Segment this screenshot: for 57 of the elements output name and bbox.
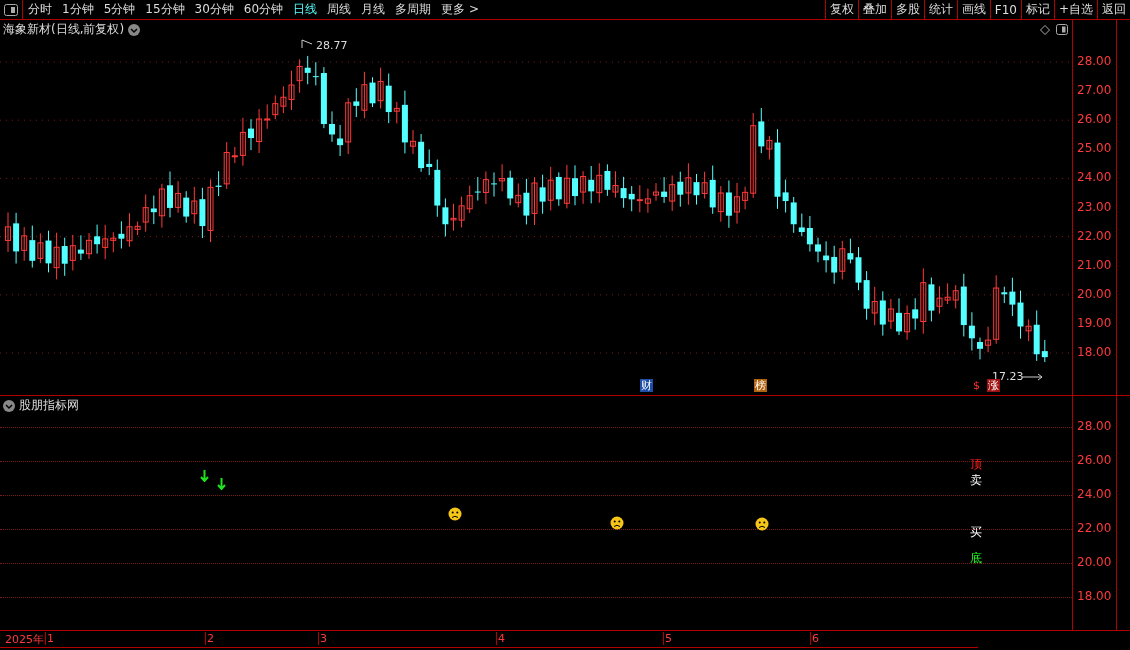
month-label: 3: [318, 632, 327, 645]
period-tab[interactable]: 15分钟: [140, 1, 190, 18]
diamond-icon[interactable]: [1040, 25, 1050, 35]
chart-title: 海象新材(日线,前复权): [3, 21, 125, 38]
period-tab[interactable]: 更多 >: [436, 1, 484, 18]
dropdown-icon[interactable]: [3, 399, 15, 412]
period-tab[interactable]: 月线: [356, 1, 391, 18]
down-arrow-icon: [200, 470, 209, 482]
month-label: 5: [663, 632, 672, 645]
axis-label: 26.00: [1077, 453, 1112, 467]
axis-label: 26.00: [1077, 112, 1112, 127]
year-label: 2025年: [4, 632, 44, 647]
high-price-label: 28.77: [316, 39, 348, 52]
axis-label: 24.00: [1077, 487, 1112, 501]
axis-label: 20.00: [1077, 286, 1112, 301]
axis-label: 27.00: [1077, 83, 1112, 98]
panel-toggle-icon[interactable]: [4, 3, 18, 16]
axis-label: 25.00: [1077, 141, 1112, 156]
period-tab[interactable]: 30分钟: [189, 1, 239, 18]
axis-label: 28.00: [1077, 54, 1112, 68]
sad-face-icon: [448, 507, 462, 521]
down-arrow-icon: [217, 478, 226, 490]
axis-label: 19.00: [1077, 315, 1112, 330]
event-badge[interactable]: 榜: [754, 379, 767, 392]
event-badge[interactable]: 财: [640, 379, 653, 392]
period-tab[interactable]: 多周期: [390, 1, 437, 18]
period-tab[interactable]: 60分钟: [238, 1, 289, 18]
signal-label: 买: [970, 524, 982, 541]
month-label: 1: [45, 632, 54, 645]
leader-line: [301, 39, 313, 49]
axis-label: 23.00: [1077, 199, 1112, 214]
period-tab[interactable]: 周线: [322, 1, 357, 18]
sad-face-icon: [755, 517, 769, 531]
indicator-title: 股朋指标网: [19, 397, 79, 414]
dropdown-icon[interactable]: [128, 23, 141, 36]
axis-label: 22.00: [1077, 521, 1112, 535]
panel-toggle-icon[interactable]: [1056, 24, 1068, 35]
period-tab[interactable]: 日线: [288, 1, 323, 18]
period-tab[interactable]: 5分钟: [98, 1, 141, 18]
signal-label: 顶: [970, 456, 982, 473]
axis-label: 18.00: [1077, 589, 1112, 603]
month-label: 4: [496, 632, 505, 645]
signal-label: 卖: [970, 472, 982, 489]
axis-label: 22.00: [1077, 228, 1112, 243]
axis-label: 28.00: [1077, 419, 1112, 433]
sad-face-icon: [610, 516, 624, 530]
event-badge[interactable]: $: [972, 379, 981, 392]
axis-label: 21.00: [1077, 257, 1112, 272]
month-label: 2: [205, 632, 214, 645]
arrow-icon: [1022, 373, 1044, 381]
period-tab[interactable]: 1分钟: [57, 1, 99, 18]
axis-label: 20.00: [1077, 555, 1112, 569]
period-tab[interactable]: 分时: [23, 1, 57, 18]
axis-label: 24.00: [1077, 170, 1112, 185]
axis-label: 18.00: [1077, 345, 1112, 359]
month-label: 6: [810, 632, 819, 645]
signal-label: 底: [970, 550, 982, 567]
